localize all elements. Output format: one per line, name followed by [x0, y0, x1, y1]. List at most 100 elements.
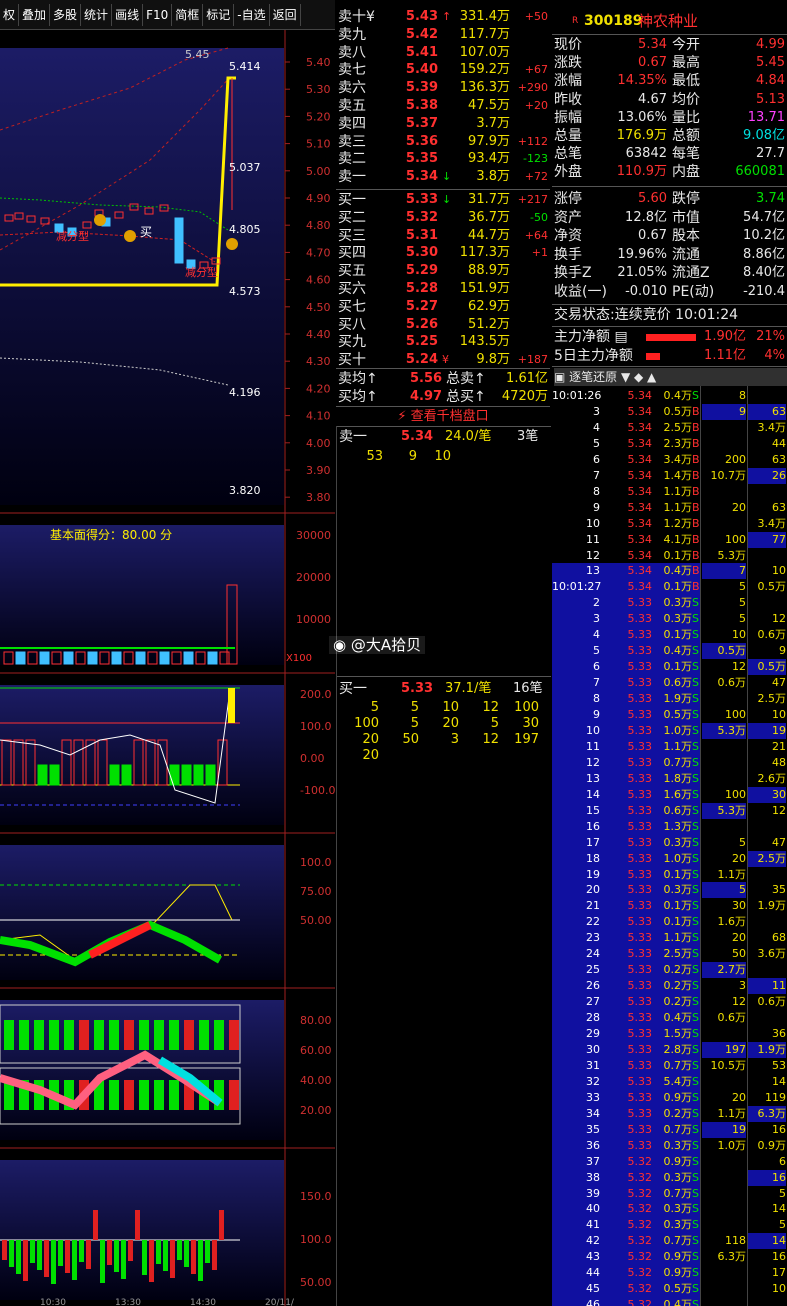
- tick-cell: 29: [586, 1027, 600, 1040]
- tick-row: 22 5.33 0.1万 S 1.6万: [552, 914, 787, 931]
- tick-cell: 50: [732, 947, 746, 961]
- tick-cell: 13: [586, 564, 600, 578]
- bid-row-price: 5.24: [405, 352, 438, 368]
- tick-row: 26 5.33 0.2万 S 3 11: [552, 978, 787, 995]
- tick-cell: S: [692, 1298, 699, 1306]
- tick-cell: 0.1万: [663, 548, 693, 562]
- tick-cell: 5.33: [627, 1090, 653, 1104]
- tick-cell: 22: [586, 915, 600, 929]
- tick-cell: 32: [586, 1074, 600, 1088]
- info-label: 总量: [554, 128, 582, 144]
- tick-cell: 17: [772, 1266, 786, 1280]
- toolbar-btn-3[interactable]: 统计: [81, 3, 113, 26]
- view-1000-button[interactable]: ⚡ 查看千档盘口: [336, 408, 550, 426]
- bid-row-price: 5.27: [405, 298, 438, 314]
- tick-cell: 0.5万: [663, 404, 693, 418]
- tick-row: 13 5.34 0.4万 B 7 10: [552, 563, 787, 580]
- bid-row-price: 5.33: [405, 192, 438, 207]
- tick-cell: 6: [593, 660, 600, 674]
- info-label: 净资: [554, 228, 582, 245]
- ask-row-price: 5.34: [405, 169, 438, 185]
- tick-cell: 30: [748, 786, 786, 803]
- tick-cell: S: [692, 915, 699, 929]
- toolbar-btn-8[interactable]: -自选: [234, 3, 270, 26]
- vol-bar: [63, 651, 74, 665]
- tick-cell: S: [692, 596, 699, 610]
- tick-cell: 5.32: [627, 1282, 653, 1296]
- tick-cell: 0.5万: [757, 580, 787, 594]
- divider: [337, 426, 551, 427]
- bid-row-label: 买五: [338, 263, 366, 280]
- toolbar-btn-2[interactable]: 多股: [50, 3, 82, 26]
- tick-cell: 1.1万: [663, 931, 693, 945]
- vol-tick: 30000: [296, 529, 331, 542]
- ask-row-chg: +50: [524, 10, 548, 23]
- tick-cell: 5.33: [627, 1058, 653, 1072]
- tick-cell: 1.9万: [663, 692, 693, 706]
- bot-tick: 100.0: [300, 1233, 332, 1246]
- ask-row-price: 5.38: [405, 98, 438, 113]
- time-tick: 20/11/: [265, 1298, 295, 1306]
- tick-cell: 0.7万: [663, 1058, 693, 1072]
- main-net-pct: 21%: [756, 329, 785, 344]
- tick-row: 19 5.33 0.1万 S 1.1万: [552, 866, 787, 883]
- ask-row-label: 卖六: [338, 80, 366, 97]
- tick-cell: B: [692, 500, 700, 514]
- tick-cell: 40: [586, 1202, 600, 1216]
- toolbar-btn-9[interactable]: 返回: [270, 3, 301, 26]
- tick-cell: 3.6万: [757, 947, 787, 961]
- tick-cell: 36: [772, 1027, 786, 1040]
- bid-row-vol: 44.7万: [468, 227, 510, 243]
- toolbar-btn-5[interactable]: F10: [143, 3, 173, 26]
- ask-row-vol: 331.4万: [459, 9, 510, 24]
- bid-row-chg: [508, 333, 548, 351]
- bid-row-vol: 117.3万: [459, 245, 510, 261]
- tick-row: 2 5.33 0.3万 S 5: [552, 595, 787, 612]
- avg-sell: 5.56: [410, 371, 443, 386]
- tick-cell: 5.34: [627, 500, 653, 514]
- info-label: 涨停: [554, 191, 582, 207]
- info-value: 176.9万: [616, 128, 667, 143]
- kline-chart-area[interactable]: 5.40 5.30 5.20 5.10 5.00 4.90 4.80 4.70 4.60 4.50…: [0, 30, 335, 1306]
- tick-cell: B: [692, 532, 700, 546]
- tick-cell: 0.7万: [663, 1234, 693, 1248]
- tick-row: 33 5.33 0.9万 S 20 119: [552, 1089, 787, 1106]
- toolbar-btn-6[interactable]: 简框: [172, 3, 204, 26]
- toolbar-btn-4[interactable]: 画线: [112, 3, 144, 26]
- info-label: 振幅: [554, 109, 582, 126]
- tick-cell: S: [692, 1027, 699, 1040]
- osc-bar: [139, 1080, 149, 1110]
- tick-cell: 5.32: [627, 1234, 653, 1248]
- tick-cell: 0.4万: [663, 644, 693, 658]
- tick-cell: S: [692, 1202, 699, 1216]
- tick-cell: 5.33: [627, 1138, 653, 1152]
- tick-list[interactable]: 10:01:26 5.34 0.4万 S 8 3 5.34 0.5万 B 9 63 4 5.34 2.5万…: [552, 386, 787, 1306]
- tick-cell: 5.33: [627, 819, 653, 833]
- tick-cell: 0.9万: [663, 1266, 693, 1280]
- ask-row-label: 卖一: [338, 169, 366, 186]
- tick-cell: S: [692, 755, 699, 769]
- tick-cell: S: [692, 851, 699, 865]
- divider: [336, 189, 550, 190]
- tick-row: 27 5.33 0.2万 S 12 0.6万: [552, 994, 787, 1011]
- tick-cell: B: [692, 548, 700, 562]
- bid-row-label: 买七: [338, 298, 366, 315]
- tick-cell: 197: [702, 1041, 746, 1058]
- toolbar-btn-0[interactable]: 权: [0, 3, 20, 26]
- tick-cell: 118: [725, 1234, 746, 1248]
- tick-cell: 5.34: [627, 452, 653, 466]
- bot-bar: [205, 1240, 210, 1263]
- order-book: 卖十¥ 5.43 ↑ 331.4万 +50 卖九 5.42 117.7万 卖八 5.41 107.0…: [336, 6, 550, 426]
- time-tick: 10:30: [40, 1298, 66, 1306]
- vol-unit: X100: [286, 653, 312, 664]
- macd-bar: [205, 764, 216, 786]
- price-tick: 5.10: [306, 138, 331, 151]
- tick-cell: S: [692, 931, 699, 945]
- ask-row-vol: 97.9万: [468, 133, 510, 149]
- bot-bar: [86, 1240, 91, 1269]
- info-label: 股本: [672, 228, 700, 245]
- buy1-order: 100: [514, 700, 539, 715]
- toolbar-btn-7[interactable]: 标记: [203, 3, 235, 26]
- tick-header[interactable]: ▣ 逐笔还原 ▼ ◆ ▲: [554, 368, 787, 386]
- toolbar-btn-1[interactable]: 叠加: [19, 3, 51, 26]
